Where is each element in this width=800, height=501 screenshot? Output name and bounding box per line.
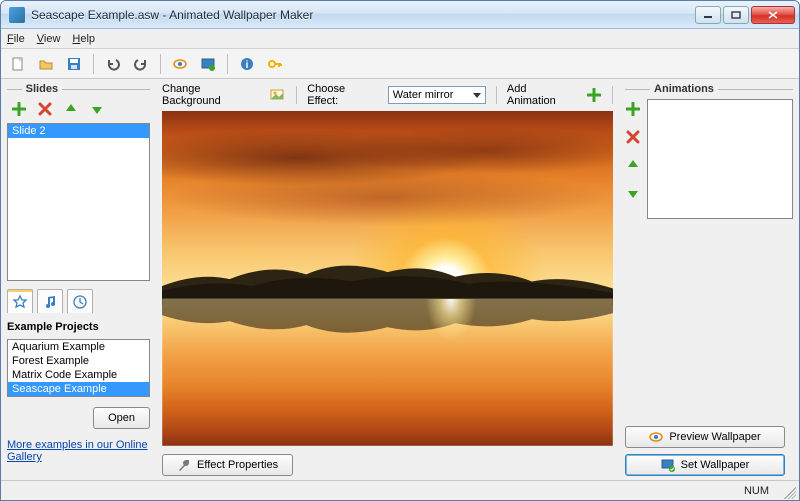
apply-icon [661, 458, 675, 472]
redo-icon[interactable] [130, 53, 152, 75]
window-title: Seascape Example.asw - Animated Wallpape… [29, 8, 695, 22]
list-item[interactable]: Matrix Code Example [8, 368, 149, 382]
toolbar: i [1, 49, 799, 79]
add-animation-icon[interactable] [586, 87, 602, 103]
undo-icon[interactable] [102, 53, 124, 75]
change-background-icon[interactable] [270, 87, 286, 103]
status-num: NUM [744, 485, 769, 497]
preview-wallpaper-button[interactable]: Preview Wallpaper [625, 426, 785, 448]
choose-effect-label: Choose Effect: [307, 83, 377, 107]
effect-properties-button[interactable]: Effect Properties [162, 454, 293, 476]
tab-time[interactable] [67, 289, 93, 313]
list-item[interactable]: Aquarium Example [8, 340, 149, 354]
eye-icon [649, 430, 663, 444]
menubar: File View Help [1, 29, 799, 49]
animations-list[interactable] [647, 99, 793, 219]
preview-eye-icon[interactable] [169, 53, 191, 75]
menu-help[interactable]: Help [72, 33, 95, 45]
open-folder-icon[interactable] [35, 53, 57, 75]
svg-text:i: i [246, 60, 249, 71]
animations-heading: Animations [625, 83, 793, 95]
slide-item[interactable]: Slide 2 [8, 124, 149, 138]
list-item[interactable]: Seascape Example [8, 382, 149, 396]
add-animation-label[interactable]: Add Animation [507, 83, 576, 107]
effect-value: Water mirror [393, 89, 454, 101]
menu-file[interactable]: File [7, 33, 25, 45]
add-animation-list-icon[interactable] [625, 101, 641, 117]
delete-animation-icon[interactable] [625, 129, 641, 145]
resize-grip[interactable] [784, 487, 796, 499]
titlebar: Seascape Example.asw - Animated Wallpape… [1, 1, 799, 29]
add-slide-icon[interactable] [11, 101, 27, 117]
info-icon[interactable]: i [236, 53, 258, 75]
chevron-down-icon [473, 93, 481, 98]
move-animation-down-icon[interactable] [625, 185, 641, 201]
tab-music[interactable] [37, 289, 63, 313]
app-icon [9, 7, 25, 23]
minimize-button[interactable] [695, 6, 721, 24]
statusbar: NUM [1, 480, 799, 500]
wrench-icon [177, 458, 191, 472]
change-background-label[interactable]: Change Background [162, 83, 260, 107]
examples-heading: Example Projects [7, 321, 150, 333]
move-slide-up-icon[interactable] [63, 101, 79, 117]
open-button[interactable]: Open [93, 407, 150, 429]
delete-slide-icon[interactable] [37, 101, 53, 117]
new-file-icon[interactable] [7, 53, 29, 75]
slides-list[interactable]: Slide 2 [7, 123, 150, 281]
maximize-button[interactable] [723, 6, 749, 24]
close-button[interactable] [751, 6, 795, 24]
menu-view[interactable]: View [37, 33, 61, 45]
tab-favorites[interactable] [7, 289, 33, 313]
slides-heading: Slides [7, 83, 150, 95]
list-item[interactable]: Forest Example [8, 354, 149, 368]
effect-select[interactable]: Water mirror [388, 86, 486, 104]
key-icon[interactable] [264, 53, 286, 75]
gallery-link[interactable]: More examples in our Online Gallery [7, 439, 150, 463]
save-icon[interactable] [63, 53, 85, 75]
preview-canvas [162, 111, 613, 446]
set-wallpaper-button[interactable]: Set Wallpaper [625, 454, 785, 476]
move-animation-up-icon[interactable] [625, 157, 641, 173]
examples-list[interactable]: Aquarium Example Forest Example Matrix C… [7, 339, 150, 397]
set-wallpaper-icon[interactable] [197, 53, 219, 75]
move-slide-down-icon[interactable] [89, 101, 105, 117]
